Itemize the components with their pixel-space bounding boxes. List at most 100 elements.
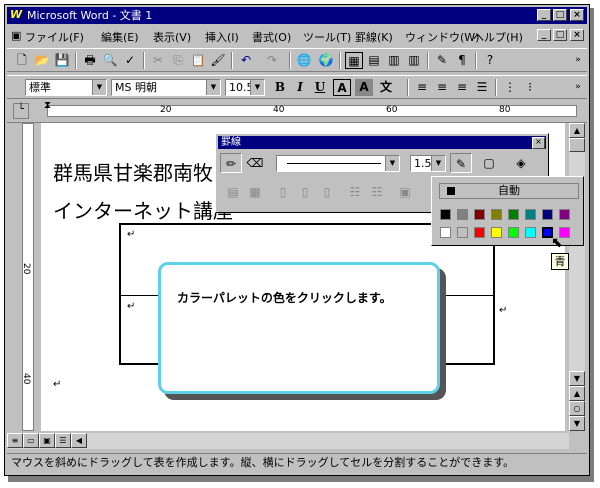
chevron-down-icon[interactable]: ▼ — [385, 156, 399, 171]
color-swatch[interactable] — [525, 209, 536, 220]
style-combo[interactable]: 標準 ▼ — [25, 79, 107, 96]
chevron-down-icon[interactable]: ▼ — [250, 80, 264, 95]
close-button[interactable]: × — [570, 9, 584, 21]
outside-border-icon[interactable]: ▢ — [478, 153, 500, 173]
doc-minimize-button[interactable]: _ — [537, 29, 551, 41]
print-icon[interactable]: 🖶 — [81, 52, 99, 69]
vertical-scrollbar[interactable]: ▲ ▼ ▲ ○ ▼ — [569, 123, 585, 431]
char-scale-icon[interactable]: 文 — [377, 79, 395, 96]
browse-object-button[interactable]: ○ — [569, 401, 585, 416]
scroll-left-button[interactable]: ◀ — [71, 433, 87, 448]
print-preview-icon[interactable]: 🔍 — [101, 52, 119, 69]
color-swatch[interactable] — [542, 209, 553, 220]
color-swatch[interactable] — [508, 227, 519, 238]
char-shading-icon[interactable]: A — [355, 79, 373, 96]
save-icon[interactable]: 💾 — [53, 52, 71, 69]
font-combo[interactable]: MS 明朝 ▼ — [111, 79, 221, 96]
distribute-icon[interactable]: ☰ — [473, 79, 491, 96]
new-icon[interactable]: 🗋 — [13, 52, 31, 69]
color-swatch[interactable] — [457, 209, 468, 220]
columns-icon[interactable]: ▥ — [405, 52, 423, 69]
chevron-down-icon[interactable]: ▼ — [92, 80, 106, 95]
format-painter-icon[interactable]: 🖌 — [209, 52, 227, 69]
doc-restore-button[interactable]: □ — [553, 29, 567, 41]
copy-icon[interactable]: ⎘ — [169, 52, 187, 69]
scroll-up-button[interactable]: ▲ — [569, 123, 585, 138]
maximize-button[interactable]: □ — [553, 9, 567, 21]
prev-page-button[interactable]: ▲ — [569, 386, 585, 401]
color-swatch[interactable] — [508, 209, 519, 220]
italic-button[interactable]: I — [291, 79, 309, 96]
tab-selector[interactable]: └ — [13, 103, 29, 119]
outline-view-button[interactable]: ☰ — [55, 433, 71, 448]
tables-borders-icon[interactable]: ▦ — [345, 52, 363, 69]
minimize-button[interactable]: _ — [537, 9, 551, 21]
menu-format[interactable]: 書式(O) — [252, 29, 291, 45]
eraser-icon[interactable]: ⌫ — [244, 153, 266, 173]
underline-button[interactable]: U — [311, 79, 329, 96]
next-page-button[interactable]: ▼ — [569, 416, 585, 431]
align-center-icon[interactable]: ≡ — [433, 79, 451, 96]
toolbar-overflow-icon[interactable]: » — [569, 79, 587, 96]
menu-window[interactable]: ウィンドウ(W) — [405, 29, 479, 45]
color-swatch[interactable] — [474, 227, 485, 238]
scroll-thumb[interactable] — [569, 138, 585, 152]
help-icon[interactable]: ? — [481, 52, 499, 69]
chevron-down-icon[interactable]: ▼ — [431, 156, 445, 171]
color-swatch[interactable] — [440, 209, 451, 220]
insert-excel-icon[interactable]: ▥ — [385, 52, 403, 69]
horizontal-scrollbar[interactable]: ≡ ▭ ▣ ☰ ◀ — [7, 433, 569, 449]
horizontal-ruler[interactable]: └ 20 40 60 80 ⧗ — [7, 100, 587, 123]
document-menu-icon[interactable]: ▣ — [11, 29, 21, 42]
document-map-icon[interactable]: ¶ — [453, 52, 471, 69]
open-icon[interactable]: 📂 — [33, 52, 51, 69]
color-swatch[interactable] — [474, 209, 485, 220]
web-toolbar-icon[interactable]: 🌍 — [317, 52, 335, 69]
borders-toolbar-title[interactable]: 罫線 — [218, 136, 546, 149]
normal-view-button[interactable]: ≡ — [7, 433, 23, 448]
color-swatch[interactable] — [457, 227, 468, 238]
char-border-icon[interactable]: A — [333, 79, 351, 96]
line-style-combo[interactable]: ▼ — [276, 155, 400, 172]
color-swatch[interactable] — [559, 209, 570, 220]
menu-help[interactable]: ヘルプ(H) — [473, 29, 523, 45]
numbering-icon[interactable]: ⋮ — [501, 79, 519, 96]
color-swatch[interactable] — [491, 227, 502, 238]
hyperlink-icon[interactable]: 🌐 — [295, 52, 313, 69]
title-bar[interactable]: W Microsoft Word - 文書 1 _ □ × — [7, 7, 587, 24]
menu-file[interactable]: ファイル(F) — [25, 29, 84, 45]
spelling-icon[interactable]: ✓ — [121, 52, 139, 69]
print-layout-button[interactable]: ▣ — [39, 433, 55, 448]
menu-edit[interactable]: 編集(E) — [101, 29, 139, 45]
word-app-icon[interactable]: W — [10, 9, 22, 21]
shading-color-icon[interactable]: ◈ — [510, 153, 532, 173]
scroll-down-button[interactable]: ▼ — [569, 371, 585, 386]
undo-icon[interactable]: ↶ — [237, 52, 255, 69]
color-swatch[interactable] — [440, 227, 451, 238]
insert-table-icon[interactable]: ▤ — [365, 52, 383, 69]
web-layout-button[interactable]: ▭ — [23, 433, 39, 448]
align-right-icon[interactable]: ≡ — [453, 79, 471, 96]
cut-icon[interactable]: ✂ — [149, 52, 167, 69]
color-swatch[interactable] — [491, 209, 502, 220]
line-weight-combo[interactable]: 1.5 ▼ — [410, 155, 446, 172]
redo-icon[interactable]: ↷ — [263, 52, 281, 69]
border-color-icon[interactable]: ✎ — [450, 153, 472, 173]
font-size-combo[interactable]: 10.5 ▼ — [225, 79, 265, 96]
bullets-icon[interactable]: ⁝ — [521, 79, 539, 96]
drawing-icon[interactable]: ✎ — [433, 52, 451, 69]
menu-view[interactable]: 表示(V) — [153, 29, 191, 45]
justify-icon[interactable]: ≡ — [413, 79, 431, 96]
chevron-down-icon[interactable]: ▼ — [206, 80, 220, 95]
toolbar-overflow-icon[interactable]: » — [569, 52, 587, 69]
menu-tools[interactable]: ツール(T) — [303, 29, 351, 45]
paste-icon[interactable]: 📋 — [189, 52, 207, 69]
indent-marker-icon[interactable]: ⧗ — [44, 100, 51, 111]
automatic-color-button[interactable]: 自動 — [439, 183, 579, 199]
draw-table-pencil-icon[interactable]: ✏ — [220, 153, 242, 173]
close-icon[interactable]: × — [532, 137, 545, 149]
color-swatch[interactable] — [525, 227, 536, 238]
doc-close-button[interactable]: × — [570, 29, 584, 41]
bold-button[interactable]: B — [271, 79, 289, 96]
menu-table[interactable]: 罫線(K) — [355, 29, 393, 45]
